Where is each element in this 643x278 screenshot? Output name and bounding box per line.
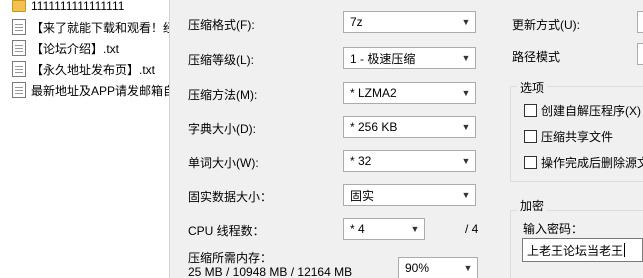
options-group-title: 选项 [517,79,548,96]
create-sfx-label: 创建自解压程序(X) [541,104,641,118]
list-item[interactable]: 【永久地址发布页】.txt [0,59,169,79]
word-size-label: 单词大小(W): [188,156,259,170]
list-item[interactable]: 1111111111111111 [0,0,169,16]
password-label: 输入密码： [523,222,584,236]
file-name: 【论坛介绍】.txt [31,41,120,56]
path-mode-select[interactable] [637,43,643,65]
update-mode-label: 更新方式(U): [512,18,580,32]
cpu-threads-select[interactable]: * 4 ▼ [343,218,425,240]
password-input[interactable]: 上老王论坛当老王 [522,238,643,262]
dictionary-size-select[interactable]: * 256 KB ▼ [343,116,476,138]
create-sfx-checkbox[interactable]: 创建自解压程序(X) [524,102,641,119]
compression-method-label: 压缩方法(M): [188,88,258,102]
compress-shared-files-checkbox[interactable]: 压缩共享文件 [524,128,613,145]
compression-method-select[interactable]: * LZMA2 ▼ [343,82,476,104]
add-to-archive-dialog: 压缩格式(F): 7z ▼ 压缩等级(L): 1 - 极速压缩 ▼ 压缩方法(M… [171,0,643,278]
chevron-down-icon: ▼ [461,53,471,63]
checkbox-box[interactable] [524,130,537,143]
dictionary-size-label: 字典大小(D): [188,122,256,136]
chevron-down-icon: ▼ [463,263,473,273]
file-list-panel: 1111111111111111 【来了就能下载和观看！经 【论坛介绍】.txt… [0,0,170,278]
document-icon [12,61,26,77]
memory-percent-select[interactable]: 90% ▼ [398,257,478,278]
folder-icon [12,0,26,12]
file-name: 1111111111111111 [31,0,125,13]
document-icon [12,19,26,35]
cpu-threads-label: CPU 线程数： [188,224,265,238]
cpu-threads-max: / 4 [465,222,479,236]
file-name: 最新地址及APP请发邮箱自 [31,83,170,98]
file-name: 【来了就能下载和观看！经 [31,20,170,35]
memory-label: 压缩所需内存： [188,251,273,265]
chevron-down-icon: ▼ [461,190,471,200]
document-icon [12,82,26,98]
word-size-select[interactable]: * 32 ▼ [343,150,476,172]
solid-block-size-label: 固实数据大小： [188,190,273,204]
checkbox-box[interactable] [524,104,537,117]
memory-detail: 25 MB / 10948 MB / 12164 MB [188,265,353,278]
compression-method-value: * LZMA2 [350,86,397,100]
chevron-down-icon: ▼ [461,17,471,27]
file-name: 【永久地址发布页】.txt [31,62,156,77]
dictionary-size-value: * 256 KB [350,120,398,134]
password-value: 上老王论坛当老王 [527,243,624,258]
path-mode-label: 路径模式 [512,50,561,64]
list-item[interactable]: 【来了就能下载和观看！经 [0,17,170,37]
list-item[interactable]: 【论坛介绍】.txt [0,38,169,58]
document-icon [12,40,26,56]
delete-after-compress-checkbox[interactable]: 操作完成后删除源文 [524,154,643,171]
compression-level-label: 压缩等级(L): [188,53,255,67]
list-item[interactable]: 最新地址及APP请发邮箱自 [0,80,170,100]
memory-percent-value: 90% [405,261,430,275]
chevron-down-icon: ▼ [461,122,471,132]
word-size-value: * 32 [350,154,372,168]
chevron-down-icon: ▼ [410,224,420,234]
text-caret [624,243,626,257]
compression-level-select[interactable]: 1 - 极速压缩 ▼ [343,47,476,69]
chevron-down-icon: ▼ [461,156,471,166]
archive-format-value: 7z [350,15,363,29]
solid-block-size-select[interactable]: 固实 ▼ [343,184,476,206]
chevron-down-icon: ▼ [461,88,471,98]
compression-level-value: 1 - 极速压缩 [350,51,416,66]
delete-after-compress-label: 操作完成后删除源文 [541,156,643,170]
archive-format-select[interactable]: 7z ▼ [343,11,476,33]
archive-format-label: 压缩格式(F): [188,18,255,32]
compress-shared-files-label: 压缩共享文件 [541,130,614,144]
checkbox-box[interactable] [524,156,537,169]
encryption-group-title: 加密 [517,197,548,214]
update-mode-select[interactable] [637,11,643,33]
cpu-threads-value: * 4 [350,222,365,236]
solid-block-size-value: 固实 [350,188,375,203]
